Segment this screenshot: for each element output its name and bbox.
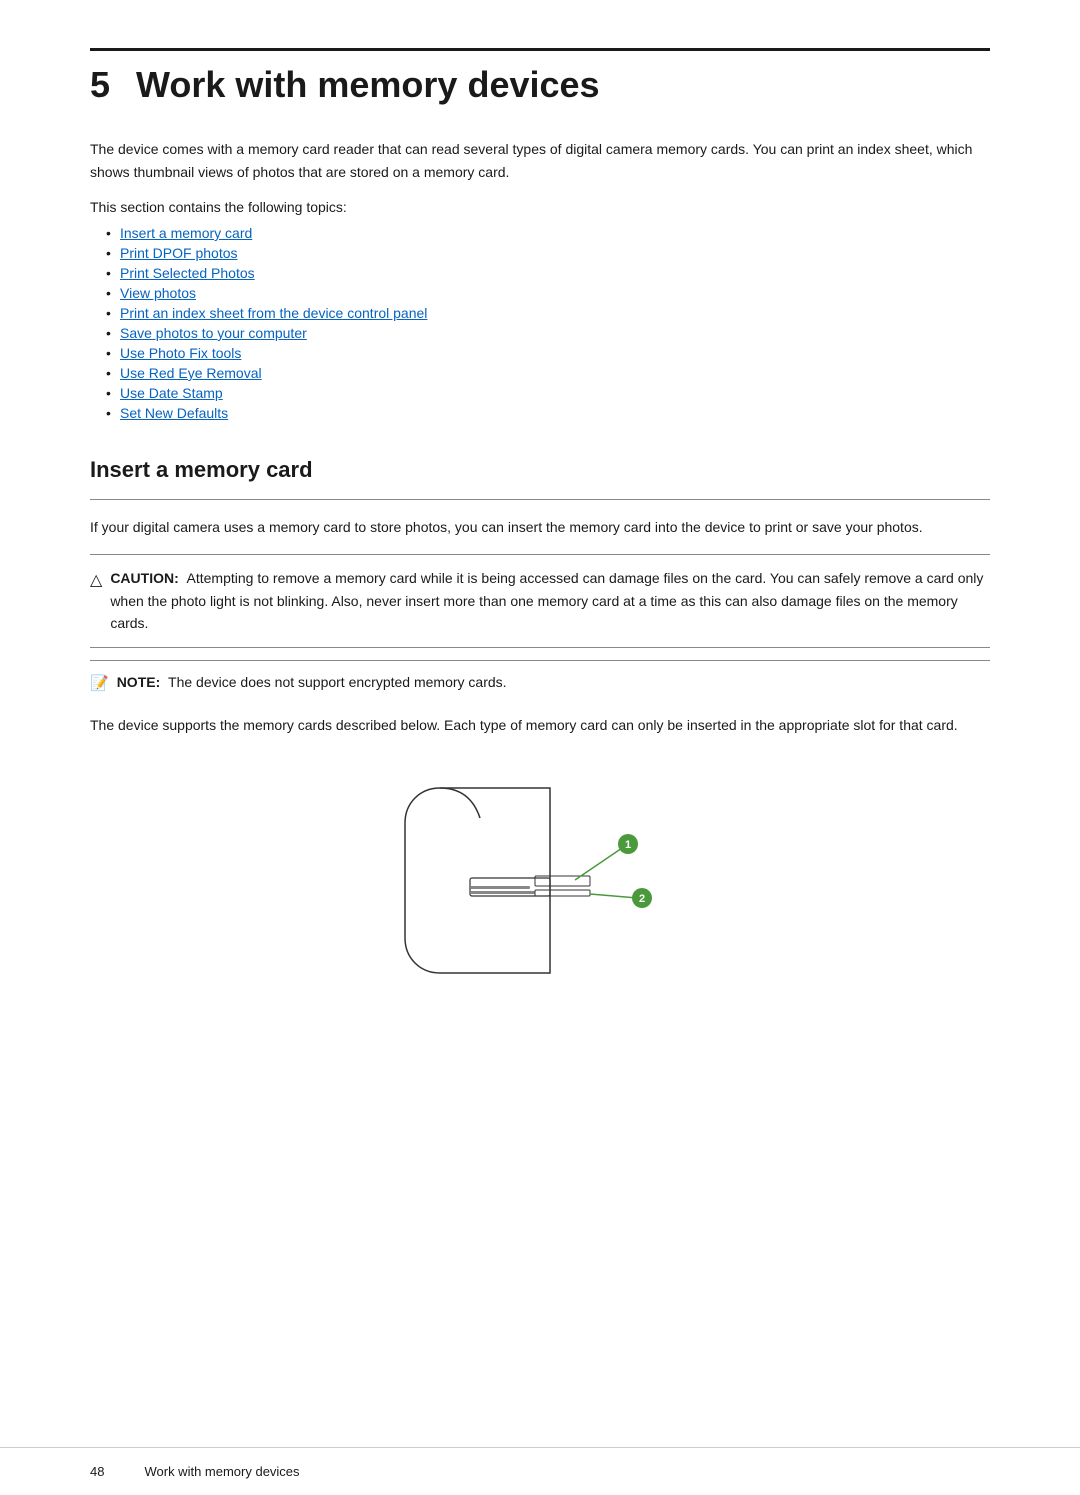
list-item[interactable]: Print an index sheet from the device con… (106, 305, 990, 321)
page-footer: 48 Work with memory devices (0, 1447, 1080, 1495)
svg-text:2: 2 (639, 893, 645, 905)
caution-icon: △ (90, 568, 102, 594)
list-item[interactable]: Use Red Eye Removal (106, 365, 990, 381)
list-item[interactable]: View photos (106, 285, 990, 301)
topic-link-save[interactable]: Save photos to your computer (120, 325, 307, 341)
topics-label: This section contains the following topi… (90, 199, 990, 215)
topic-link-red-eye[interactable]: Use Red Eye Removal (120, 365, 262, 381)
topic-link-photo-fix[interactable]: Use Photo Fix tools (120, 345, 241, 361)
note-label: NOTE: (117, 674, 161, 690)
chapter-title: 5 Work with memory devices (90, 63, 990, 106)
chapter-title-text: Work with memory devices (136, 64, 600, 105)
caution-body: Attempting to remove a memory card while… (110, 570, 983, 631)
list-item[interactable]: Insert a memory card (106, 225, 990, 241)
list-item[interactable]: Print Selected Photos (106, 265, 990, 281)
list-item[interactable]: Use Photo Fix tools (106, 345, 990, 361)
footer-page-number: 48 (90, 1464, 104, 1479)
list-item[interactable]: Print DPOF photos (106, 245, 990, 261)
topics-list: Insert a memory card Print DPOF photos P… (90, 225, 990, 421)
note-icon: 📝 (90, 672, 109, 696)
memory-card-diagram: 1 2 (380, 768, 700, 988)
caution-box: △ CAUTION: Attempting to remove a memory… (90, 554, 990, 647)
topic-link-insert[interactable]: Insert a memory card (120, 225, 252, 241)
topic-link-date-stamp[interactable]: Use Date Stamp (120, 385, 223, 401)
caution-text: CAUTION: Attempting to remove a memory c… (110, 567, 990, 634)
note-text: NOTE: The device does not support encryp… (117, 671, 507, 693)
body-text: The device supports the memory cards des… (90, 714, 990, 736)
diagram-container: 1 2 (90, 768, 990, 988)
topic-link-view[interactable]: View photos (120, 285, 196, 301)
section-title: Insert a memory card (90, 457, 990, 483)
topic-link-index[interactable]: Print an index sheet from the device con… (120, 305, 427, 321)
chapter-number: 5 (90, 64, 110, 105)
svg-text:1: 1 (625, 839, 631, 851)
list-item[interactable]: Save photos to your computer (106, 325, 990, 341)
footer-chapter-label: Work with memory devices (144, 1464, 299, 1479)
section-intro: If your digital camera uses a memory car… (90, 516, 990, 538)
intro-paragraph: The device comes with a memory card read… (90, 138, 990, 183)
topic-link-dpof[interactable]: Print DPOF photos (120, 245, 238, 261)
caution-label: CAUTION: (110, 570, 178, 586)
section-divider (90, 499, 990, 500)
note-body: The device does not support encrypted me… (168, 674, 507, 690)
note-box: 📝 NOTE: The device does not support encr… (90, 660, 990, 698)
topic-link-defaults[interactable]: Set New Defaults (120, 405, 228, 421)
topic-link-print-selected[interactable]: Print Selected Photos (120, 265, 255, 281)
caution-row: △ CAUTION: Attempting to remove a memory… (90, 567, 990, 634)
list-item[interactable]: Use Date Stamp (106, 385, 990, 401)
list-item[interactable]: Set New Defaults (106, 405, 990, 421)
chapter-header: 5 Work with memory devices (90, 48, 990, 106)
